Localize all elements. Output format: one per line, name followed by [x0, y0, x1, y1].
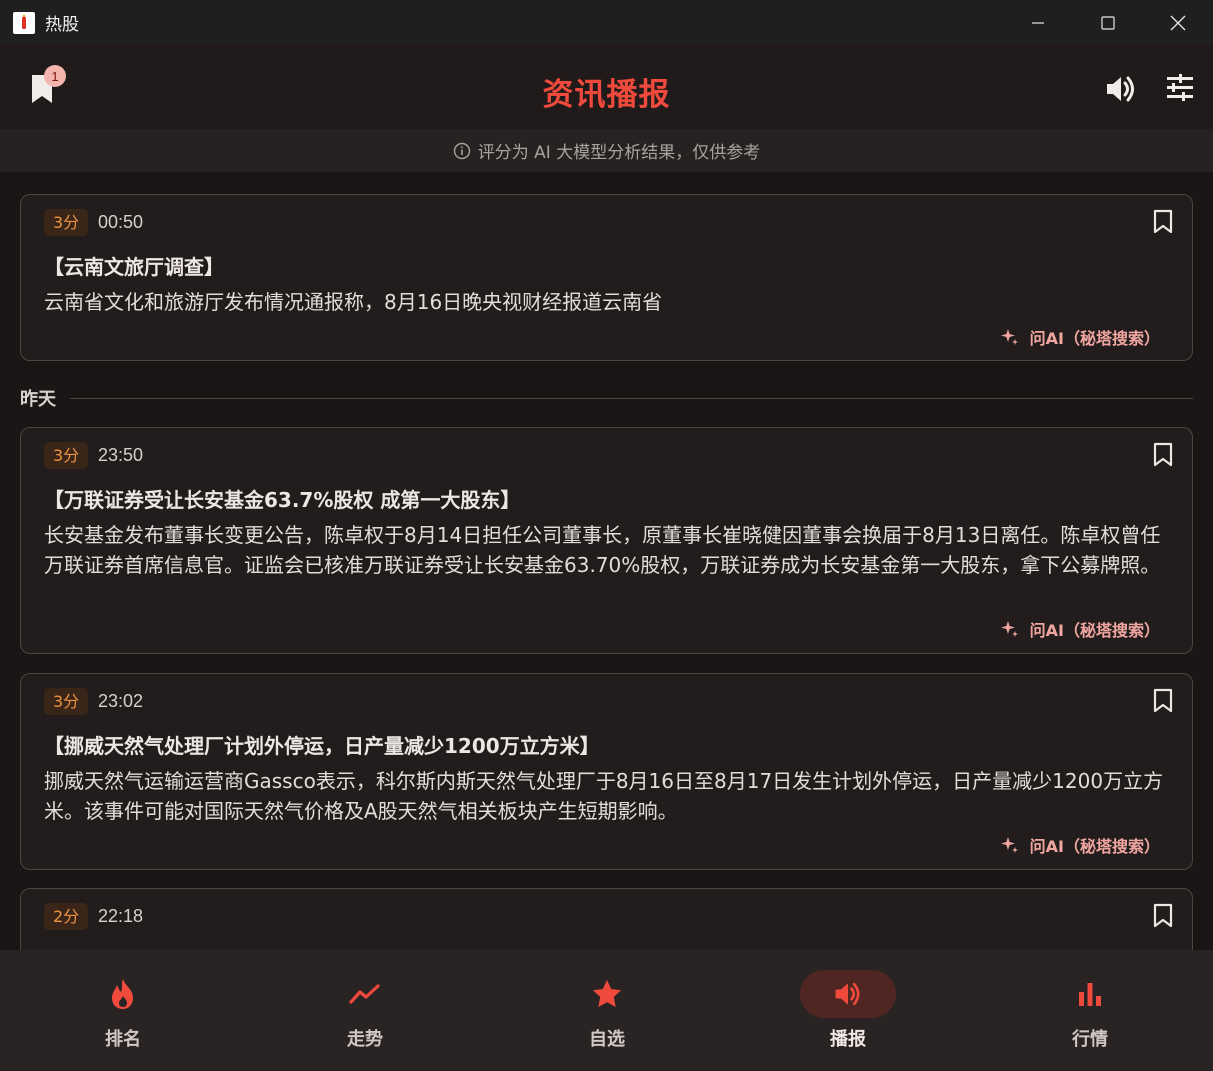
- nav-item-trend[interactable]: 走势: [305, 970, 425, 1060]
- bar-chart-icon: [1079, 983, 1101, 1006]
- news-card[interactable]: 3分 23:02 【挪威天然气处理厂计划外停运，日产量减少1200万立方米】 挪…: [20, 673, 1193, 870]
- nav-item-ranking[interactable]: 排名: [63, 970, 183, 1060]
- score-badge: 2分: [44, 903, 89, 930]
- date-label: 昨天: [20, 389, 56, 410]
- trend-icon: [349, 984, 380, 1004]
- filter-settings-button[interactable]: [1163, 71, 1199, 107]
- nav-item-broadcast[interactable]: 播报: [788, 970, 908, 1060]
- nav-item-market[interactable]: 行情: [1030, 970, 1150, 1060]
- news-feed[interactable]: 3分 00:50 【云南文旅厅调查】 云南省文化和旅游厅发布情况通报称，8月16…: [0, 172, 1213, 950]
- bottom-navigation: 排名 走势 自选 播报 行情: [0, 950, 1213, 1071]
- star-icon: [593, 980, 621, 1007]
- news-headline: 【挪威天然气处理厂计划外停运，日产量减少1200万立方米】: [44, 734, 600, 758]
- news-headline: 【万联证券受让长安基金63.7%股权 成第一大股东】: [44, 488, 521, 512]
- speaker-icon: [1107, 76, 1134, 102]
- news-headline: 【云南文旅厅调查】: [44, 255, 224, 279]
- app-header: 1 资讯播报: [0, 45, 1213, 129]
- nav-label: 排名: [105, 1029, 141, 1050]
- speaker-icon: [835, 982, 860, 1006]
- ask-ai-label: 问AI（秘塔搜索）: [1029, 329, 1160, 348]
- score-badge: 3分: [44, 442, 89, 469]
- minimize-button[interactable]: [1003, 0, 1073, 45]
- ai-disclaimer-bar: 评分为 AI 大模型分析结果，仅供参考: [0, 129, 1213, 172]
- sparkle-icon: [1000, 837, 1018, 853]
- nav-label: 走势: [347, 1029, 383, 1050]
- ask-ai-button[interactable]: 问AI（秘塔搜索）: [1000, 617, 1160, 641]
- divider: [70, 397, 1193, 399]
- ask-ai-label: 问AI（秘塔搜索）: [1029, 621, 1160, 640]
- bookmark-outline-icon[interactable]: [1152, 688, 1174, 714]
- nav-label: 行情: [1072, 1029, 1108, 1050]
- sound-button[interactable]: [1103, 71, 1139, 107]
- sparkle-icon: [1000, 329, 1018, 345]
- close-button[interactable]: [1143, 0, 1213, 45]
- flame-icon: [112, 979, 133, 1009]
- ask-ai-label: 问AI（秘塔搜索）: [1029, 837, 1160, 856]
- nav-item-watchlist[interactable]: 自选: [547, 970, 667, 1060]
- minimize-icon: [1032, 21, 1044, 24]
- news-body: 挪威天然气运输运营商Gassco表示，科尔斯内斯天然气处理厂于8月16日至8月1…: [44, 769, 1164, 823]
- date-separator: 昨天: [20, 388, 1193, 410]
- news-time: 23:50: [98, 445, 144, 465]
- maximize-icon: [1101, 15, 1115, 30]
- tune-icon: [1167, 74, 1193, 101]
- bookmark-outline-icon[interactable]: [1152, 209, 1174, 235]
- disclaimer-text: 评分为 AI 大模型分析结果，仅供参考: [477, 143, 761, 163]
- close-icon: [1170, 15, 1186, 30]
- news-time: 22:18: [98, 906, 144, 926]
- news-body: 长安基金发布董事长变更公告，陈卓权于8月14日担任公司董事长，原董事长崔晓健因董…: [44, 523, 1161, 577]
- maximize-button[interactable]: [1073, 0, 1143, 45]
- app-logo-icon: [13, 11, 35, 34]
- news-body: 云南省文化和旅游厅发布情况通报称，8月16日晚央视财经报道云南省: [44, 290, 663, 314]
- nav-label: 播报: [830, 1029, 866, 1050]
- window-titlebar: 热股: [0, 0, 1213, 45]
- info-icon: [453, 142, 470, 159]
- bookmark-outline-icon[interactable]: [1152, 442, 1174, 468]
- news-time: 00:50: [98, 212, 144, 232]
- window-title: 热股: [45, 15, 79, 35]
- score-badge: 3分: [44, 688, 89, 715]
- score-badge: 3分: [44, 209, 89, 236]
- news-card[interactable]: 3分 00:50 【云南文旅厅调查】 云南省文化和旅游厅发布情况通报称，8月16…: [20, 194, 1193, 361]
- ask-ai-button[interactable]: 问AI（秘塔搜索）: [1000, 325, 1160, 349]
- nav-label: 自选: [589, 1029, 625, 1050]
- news-card[interactable]: 2分 22:18: [20, 888, 1193, 950]
- window-controls: [1003, 0, 1213, 45]
- news-time: 23:02: [98, 691, 144, 711]
- news-card[interactable]: 3分 23:50 【万联证券受让长安基金63.7%股权 成第一大股东】 长安基金…: [20, 427, 1193, 654]
- bookmark-outline-icon[interactable]: [1152, 903, 1174, 929]
- sparkle-icon: [1000, 621, 1018, 637]
- page-title: 资讯播报: [542, 77, 671, 113]
- ask-ai-button[interactable]: 问AI（秘塔搜索）: [1000, 833, 1160, 857]
